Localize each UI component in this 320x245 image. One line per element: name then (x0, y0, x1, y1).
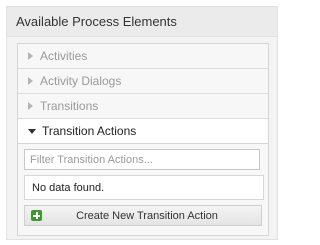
create-button-label: Create New Transition Action (76, 209, 218, 222)
create-new-transition-action-button[interactable]: Create New Transition Action (24, 205, 262, 226)
accordion-item-label: Activity Dialogs (40, 73, 122, 88)
chevron-right-icon (28, 77, 33, 85)
panel-title: Available Process Elements (7, 7, 277, 37)
accordion-item-transition-actions[interactable]: Transition Actions (18, 119, 268, 144)
accordion-item-transitions[interactable]: Transitions (18, 94, 268, 119)
chevron-right-icon (28, 52, 33, 60)
plus-icon (31, 210, 42, 221)
accordion-item-activities[interactable]: Activities (18, 44, 268, 69)
chevron-right-icon (28, 102, 33, 110)
process-elements-accordion: Activities Activity Dialogs Transitions … (17, 43, 269, 236)
accordion-item-activity-dialogs[interactable]: Activity Dialogs (18, 69, 268, 94)
accordion-item-label: Transitions (40, 98, 99, 113)
accordion-item-label: Transition Actions (42, 123, 137, 138)
no-data-message: No data found. (24, 175, 264, 200)
filter-transition-actions-input[interactable] (24, 149, 260, 170)
chevron-down-icon (28, 128, 36, 134)
transition-actions-content: No data found. Create New Transition Act… (18, 144, 268, 226)
accordion-item-label: Activities (40, 48, 88, 63)
available-process-elements-panel: Available Process Elements Activities Ac… (6, 6, 278, 240)
